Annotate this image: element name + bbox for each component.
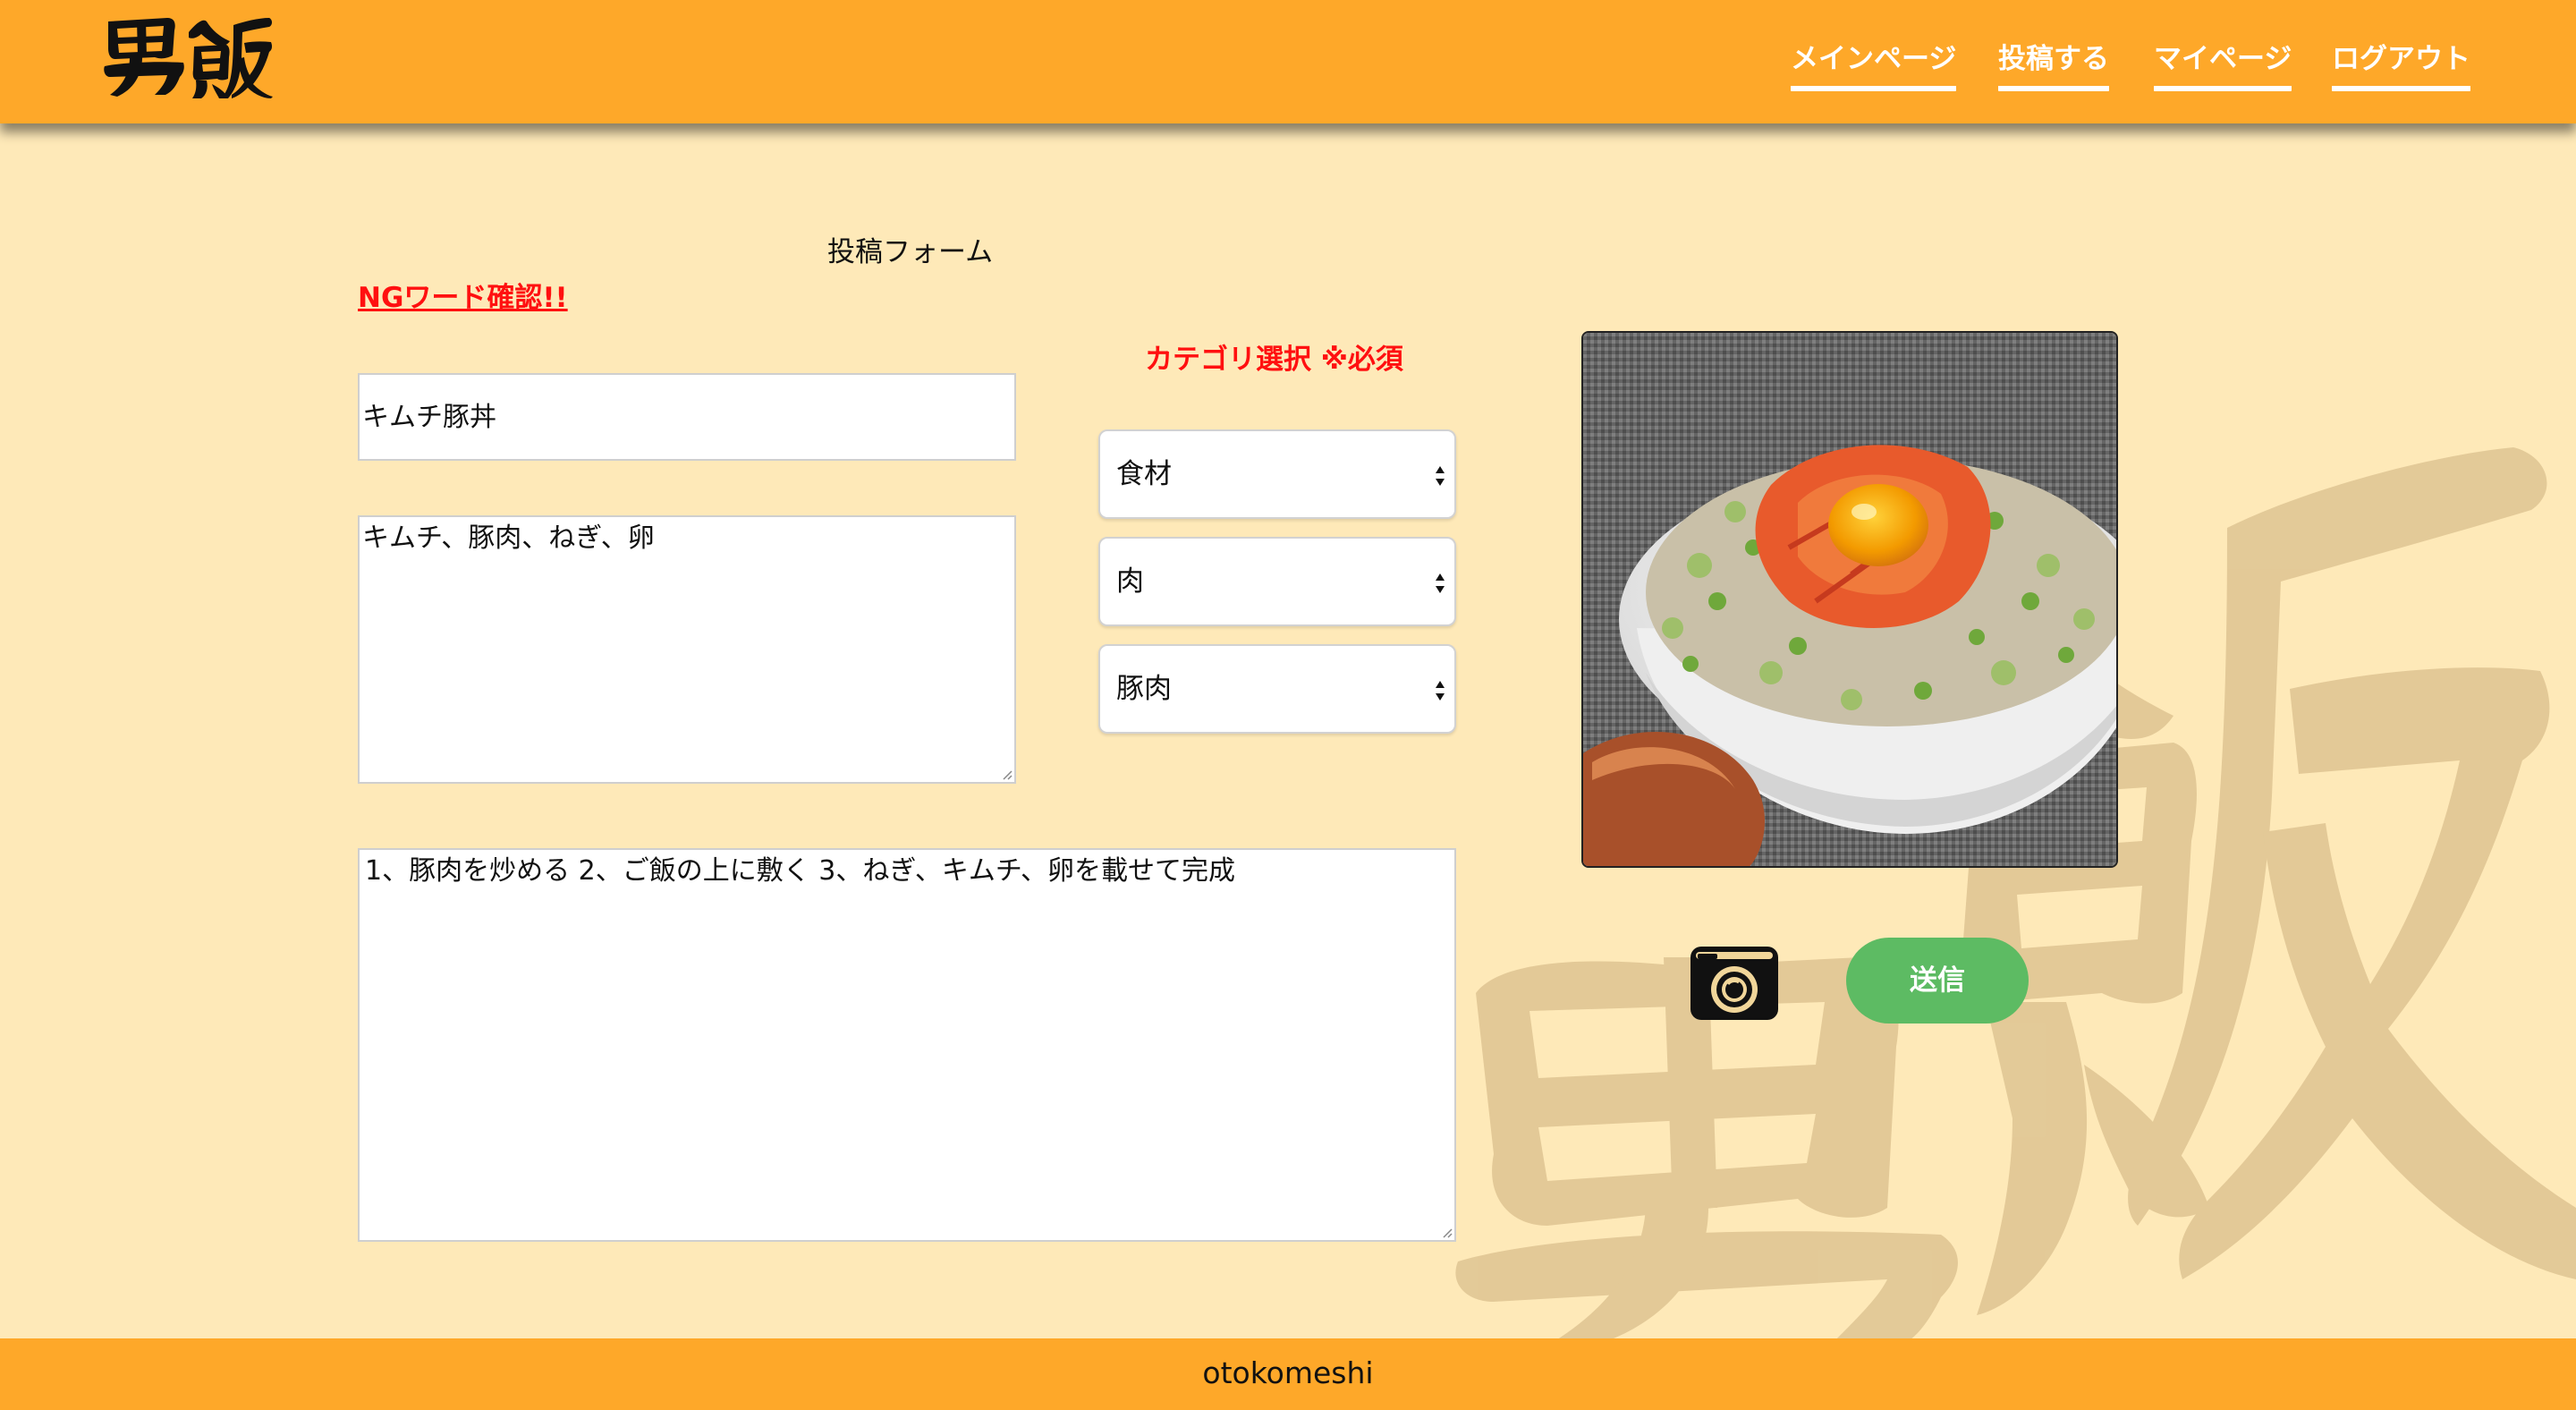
select-arrows-icon — [1436, 573, 1445, 593]
footer-text: otokomeshi — [1202, 1355, 1374, 1390]
nav-main-page-link[interactable]: メインページ — [1791, 41, 1957, 91]
select-arrows-icon — [1436, 466, 1445, 486]
submit-button[interactable]: 送信 — [1846, 938, 2029, 1024]
nav-post-link[interactable]: 投稿する — [1998, 41, 2109, 91]
steps-value: 1、豚肉を炒める 2、ご飯の上に敷く 3、ねぎ、キムチ、卵を載せて完成 — [365, 855, 1236, 887]
site-header: メインページ 投稿する マイページ ログアウト — [0, 0, 2576, 123]
category-select-3[interactable]: 豚肉 — [1098, 644, 1456, 734]
recipe-title-input[interactable]: キムチ豚丼 — [358, 373, 1016, 461]
category-select-1[interactable]: 食材 — [1098, 429, 1456, 519]
ingredients-textarea[interactable]: キムチ、豚肉、ねぎ、卵 — [358, 515, 1016, 784]
nav-my-page-link[interactable]: マイページ — [2154, 41, 2292, 91]
form-heading: 投稿フォーム — [827, 236, 994, 268]
category-heading: カテゴリ選択 ※必須 — [1145, 344, 1403, 376]
steps-textarea[interactable]: 1、豚肉を炒める 2、ご飯の上に敷く 3、ねぎ、キムチ、卵を載せて完成 — [358, 848, 1456, 1242]
select-arrows-icon — [1436, 681, 1445, 701]
category-select-3-value: 豚肉 — [1116, 673, 1172, 705]
main-nav: メインページ 投稿する マイページ ログアウト — [0, 41, 2576, 98]
ingredients-value: キムチ、豚肉、ねぎ、卵 — [362, 522, 655, 554]
category-select-1-value: 食材 — [1116, 458, 1172, 490]
category-select-2-value: 肉 — [1116, 565, 1144, 598]
kimchi-pork-bowl-photo — [1583, 333, 2116, 866]
resize-grip-icon[interactable] — [1000, 768, 1013, 780]
ng-word-check-link[interactable]: NGワード確認!! — [358, 280, 568, 316]
category-select-2[interactable]: 肉 — [1098, 537, 1456, 626]
nav-logout-link[interactable]: ログアウト — [2332, 41, 2470, 91]
camera-icon[interactable] — [1689, 941, 1780, 1022]
recipe-title-value: キムチ豚丼 — [362, 402, 496, 433]
food-photo-preview — [1581, 331, 2118, 868]
resize-grip-icon[interactable] — [1440, 1226, 1453, 1238]
site-footer: otokomeshi — [0, 1338, 2576, 1410]
